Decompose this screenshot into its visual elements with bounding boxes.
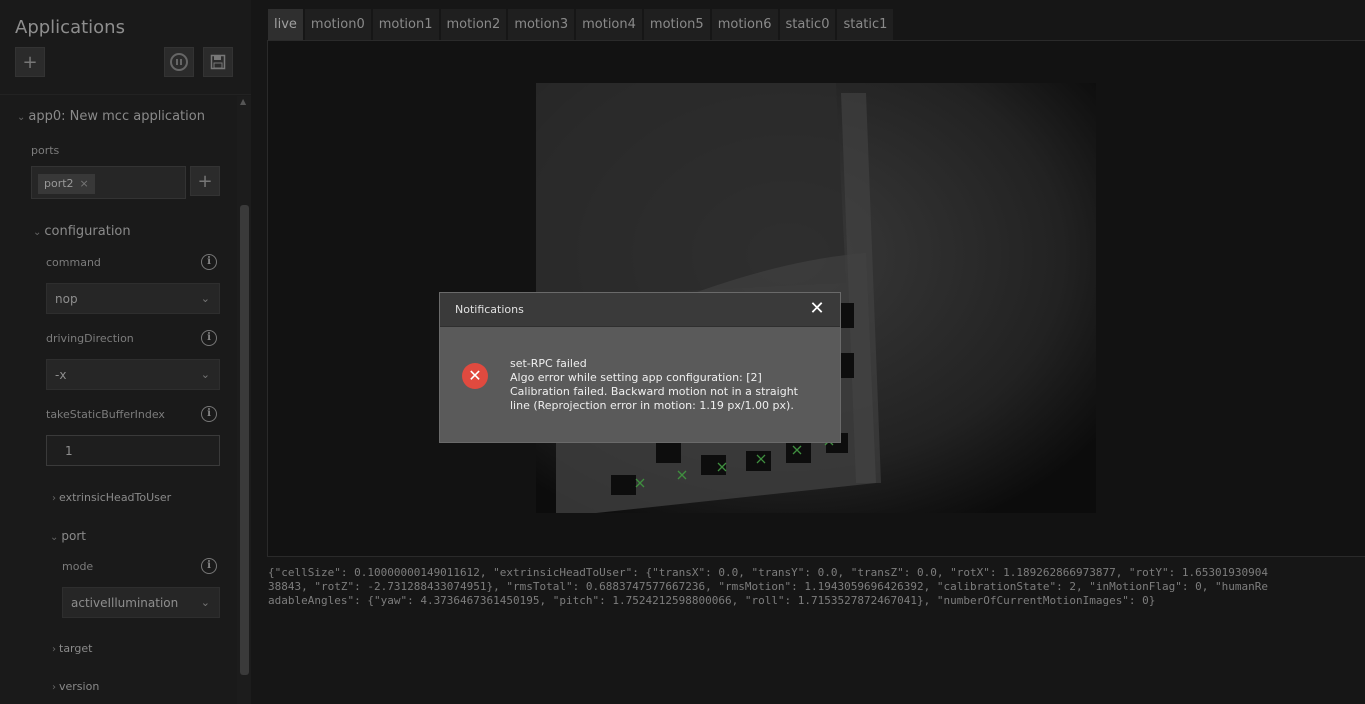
- chevron-down-icon: ⌄: [50, 532, 59, 543]
- tab-motion1[interactable]: motion1: [372, 9, 439, 40]
- chevron-down-icon: ⌄: [33, 227, 42, 238]
- dialog-header: Notifications ✕: [440, 293, 840, 327]
- tab-motion5[interactable]: motion5: [643, 9, 710, 40]
- sidebar-title: Applications: [15, 17, 125, 38]
- pause-button[interactable]: [164, 47, 194, 77]
- tab-motion4[interactable]: motion4: [576, 9, 642, 40]
- tab-motion3[interactable]: motion3: [508, 9, 575, 40]
- chevron-right-icon: ›: [52, 644, 56, 655]
- version-label: version: [59, 680, 100, 693]
- close-icon[interactable]: ✕: [806, 298, 828, 320]
- take-static-buffer-value: 1: [65, 444, 73, 458]
- notification-message: set-RPC failed Algo error while setting …: [510, 357, 810, 413]
- ports-input[interactable]: port2 ×: [31, 166, 186, 199]
- tab-static0[interactable]: static0: [779, 9, 836, 40]
- target-node[interactable]: › target: [52, 642, 92, 655]
- version-node[interactable]: › version: [52, 680, 99, 693]
- error-circle-icon: ✕: [462, 363, 488, 389]
- info-icon[interactable]: i: [201, 330, 217, 346]
- notifications-dialog: Notifications ✕ ✕ set-RPC failed Algo er…: [439, 292, 841, 443]
- floppy-disk-icon: [210, 54, 226, 70]
- scrollbar-thumb[interactable]: [240, 205, 249, 675]
- extrinsic-label: extrinsicHeadToUser: [59, 491, 172, 504]
- chevron-down-icon: ⌄: [200, 292, 210, 305]
- port-tag-label: port2: [44, 177, 74, 190]
- tab-static1[interactable]: static1: [837, 9, 894, 40]
- plus-icon: +: [22, 51, 38, 73]
- mode-value: activeIllumination: [71, 596, 179, 610]
- command-select[interactable]: nop ⌄: [46, 283, 220, 314]
- port-node[interactable]: ⌄ port: [50, 529, 86, 543]
- plus-icon: +: [197, 170, 213, 192]
- mode-select[interactable]: activeIllumination ⌄: [62, 587, 220, 618]
- add-application-button[interactable]: +: [15, 47, 45, 77]
- driving-direction-label: drivingDirection: [46, 332, 134, 345]
- message-body: Algo error while setting app configurati…: [510, 371, 798, 412]
- image-tabs: live motion0 motion1 motion2 motion3 mot…: [268, 9, 895, 40]
- mode-label: mode: [62, 560, 94, 573]
- driving-direction-value: -x: [55, 368, 67, 382]
- dialog-title: Notifications: [455, 303, 524, 316]
- message-title: set-RPC failed: [510, 357, 587, 370]
- chevron-right-icon: ›: [52, 682, 56, 693]
- info-icon[interactable]: i: [201, 406, 217, 422]
- app-node-label: app0: New mcc application: [28, 109, 205, 124]
- applications-sidebar: Applications + ⌄ app0: New mcc applicatio…: [0, 0, 251, 704]
- chevron-down-icon: ⌄: [200, 368, 210, 381]
- command-value: nop: [55, 292, 78, 306]
- chevron-right-icon: ›: [52, 493, 56, 504]
- calibration-result-text: {"cellSize": 0.10000000149011612, "extri…: [268, 566, 1269, 607]
- take-static-buffer-input[interactable]: 1: [46, 435, 220, 466]
- app-node[interactable]: ⌄ app0: New mcc application: [17, 109, 205, 124]
- ports-label: ports: [31, 144, 60, 157]
- port-label: port: [61, 529, 86, 543]
- add-port-button[interactable]: +: [190, 166, 220, 196]
- configuration-node[interactable]: ⌄ configuration: [33, 224, 131, 239]
- scroll-up-icon[interactable]: ▲: [240, 97, 246, 106]
- configuration-label: configuration: [44, 224, 131, 239]
- target-label: target: [59, 642, 93, 655]
- take-static-buffer-label: takeStaticBufferIndex: [46, 408, 165, 421]
- save-button[interactable]: [203, 47, 233, 77]
- remove-tag-icon[interactable]: ×: [80, 177, 89, 190]
- info-icon[interactable]: i: [201, 254, 217, 270]
- chevron-down-icon: ⌄: [200, 596, 210, 609]
- chevron-down-icon: ⌄: [17, 112, 26, 123]
- tab-motion6[interactable]: motion6: [711, 9, 778, 40]
- extrinsic-node[interactable]: › extrinsicHeadToUser: [52, 491, 171, 504]
- sidebar-divider: [0, 94, 251, 95]
- pause-circle-icon: [170, 53, 188, 71]
- tab-motion0[interactable]: motion0: [304, 9, 371, 40]
- driving-direction-select[interactable]: -x ⌄: [46, 359, 220, 390]
- port-tag: port2 ×: [38, 174, 95, 194]
- tab-motion2[interactable]: motion2: [440, 9, 507, 40]
- command-label: command: [46, 256, 101, 269]
- info-icon[interactable]: i: [201, 558, 217, 574]
- tab-live[interactable]: live: [268, 9, 303, 40]
